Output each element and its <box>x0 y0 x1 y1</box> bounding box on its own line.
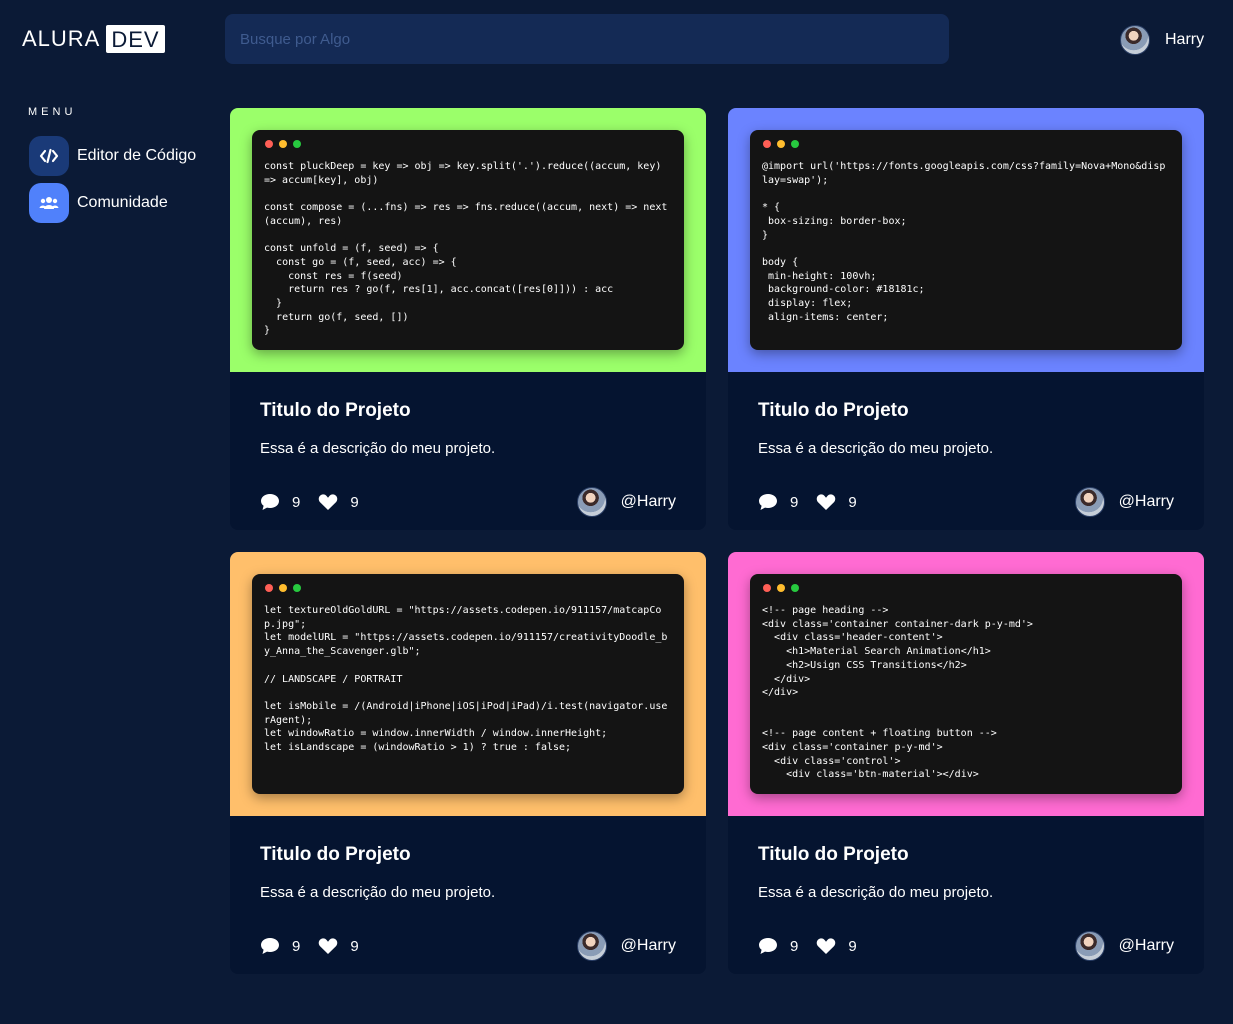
user-name: Harry <box>1165 31 1205 48</box>
project-description: Essa é a descrição do meu projeto. <box>758 884 994 901</box>
author[interactable]: @Harry <box>1074 487 1174 517</box>
author[interactable]: @Harry <box>576 931 676 961</box>
code-content: const pluckDeep = key => obj => key.spli… <box>264 161 668 337</box>
code-preview[interactable]: @import url('https://fonts.googleapis.co… <box>728 108 1204 372</box>
like-count: 9 <box>848 493 857 511</box>
project-title: Titulo do Projeto <box>260 400 411 421</box>
project-title: Titulo do Projeto <box>758 400 909 421</box>
comments-button[interactable]: 9 <box>260 937 300 955</box>
search-input[interactable] <box>225 14 949 64</box>
comments-button[interactable]: 9 <box>758 937 798 955</box>
author-handle: @Harry <box>1118 493 1174 510</box>
comment-icon <box>759 938 777 954</box>
code-content: @import url('https://fonts.googleapis.co… <box>762 161 1166 323</box>
heart-icon <box>817 938 836 954</box>
green-dot-icon <box>791 584 799 592</box>
code-window: let textureOldGoldURL = "https://assets.… <box>252 574 684 794</box>
like-count: 9 <box>848 937 857 955</box>
heart-icon <box>319 494 338 510</box>
comment-count: 9 <box>790 493 799 511</box>
window-dots <box>763 584 1170 592</box>
like-button[interactable]: 9 <box>816 937 857 955</box>
like-count: 9 <box>350 937 359 955</box>
code-content: <!-- page heading --> <div class='contai… <box>762 605 1033 781</box>
logo[interactable]: ALURA DEV <box>22 25 165 53</box>
logo-text: ALURA <box>22 26 101 51</box>
window-dots <box>265 584 672 592</box>
menu-item-label: Editor de Código <box>77 147 197 164</box>
code-content: let textureOldGoldURL = "https://assets.… <box>264 605 668 754</box>
code-preview[interactable]: let textureOldGoldURL = "https://assets.… <box>230 552 706 816</box>
author-handle: @Harry <box>620 937 676 954</box>
comment-icon <box>759 494 777 510</box>
yellow-dot-icon <box>279 584 287 592</box>
project-description: Essa é a descrição do meu projeto. <box>758 440 994 457</box>
green-dot-icon <box>791 140 799 148</box>
code-window: <!-- page heading --> <div class='contai… <box>750 574 1182 794</box>
red-dot-icon <box>763 584 771 592</box>
users-icon <box>29 183 69 223</box>
like-count: 9 <box>350 493 359 511</box>
window-dots <box>763 140 1170 148</box>
heart-icon <box>319 938 338 954</box>
menu-title: MENU <box>28 106 77 118</box>
author-handle: @Harry <box>620 493 676 510</box>
project-card[interactable]: let textureOldGoldURL = "https://assets.… <box>230 552 706 974</box>
like-button[interactable]: 9 <box>318 937 359 955</box>
green-dot-icon <box>293 140 301 148</box>
project-card[interactable]: <!-- page heading --> <div class='contai… <box>728 552 1204 974</box>
code-preview[interactable]: const pluckDeep = key => obj => key.spli… <box>230 108 706 372</box>
project-description: Essa é a descrição do meu projeto. <box>260 884 496 901</box>
red-dot-icon <box>265 140 273 148</box>
comment-icon <box>261 938 279 954</box>
yellow-dot-icon <box>777 140 785 148</box>
like-button[interactable]: 9 <box>816 493 857 511</box>
red-dot-icon <box>763 140 771 148</box>
author-handle: @Harry <box>1118 937 1174 954</box>
author-avatar <box>576 487 607 517</box>
code-window: const pluckDeep = key => obj => key.spli… <box>252 130 684 350</box>
logo-badge: DEV <box>106 25 165 53</box>
comment-count: 9 <box>790 937 799 955</box>
red-dot-icon <box>265 584 273 592</box>
project-description: Essa é a descrição do meu projeto. <box>260 440 496 457</box>
project-card[interactable]: @import url('https://fonts.googleapis.co… <box>728 108 1204 530</box>
green-dot-icon <box>293 584 301 592</box>
author-avatar <box>1074 931 1105 961</box>
comments-button[interactable]: 9 <box>260 493 300 511</box>
project-title: Titulo do Projeto <box>260 844 411 865</box>
user-profile[interactable]: Harry <box>1120 25 1204 55</box>
heart-icon <box>817 494 836 510</box>
menu-item-code-editor[interactable]: Editor de Código <box>29 136 196 176</box>
menu-item-label: Comunidade <box>77 194 168 211</box>
comment-icon <box>261 494 279 510</box>
window-dots <box>265 140 672 148</box>
yellow-dot-icon <box>777 584 785 592</box>
project-card[interactable]: const pluckDeep = key => obj => key.spli… <box>230 108 706 530</box>
like-button[interactable]: 9 <box>318 493 359 511</box>
author[interactable]: @Harry <box>1074 931 1174 961</box>
author-avatar <box>576 931 607 961</box>
comment-count: 9 <box>292 937 301 955</box>
project-title: Titulo do Projeto <box>758 844 909 865</box>
code-icon <box>29 136 69 176</box>
comments-button[interactable]: 9 <box>758 493 798 511</box>
user-avatar[interactable] <box>1120 25 1150 55</box>
menu-item-community[interactable]: Comunidade <box>29 183 168 223</box>
author-avatar <box>1074 487 1105 517</box>
code-preview[interactable]: <!-- page heading --> <div class='contai… <box>728 552 1204 816</box>
yellow-dot-icon <box>279 140 287 148</box>
author[interactable]: @Harry <box>576 487 676 517</box>
comment-count: 9 <box>292 493 301 511</box>
code-window: @import url('https://fonts.googleapis.co… <box>750 130 1182 350</box>
